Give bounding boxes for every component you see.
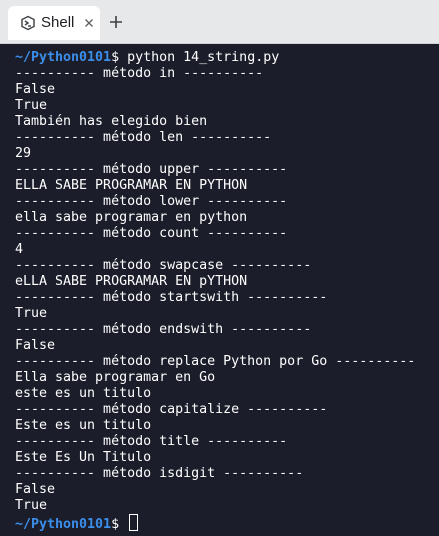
output-line: False bbox=[15, 338, 56, 353]
prompt-path: ~/Python0101 bbox=[15, 517, 112, 532]
prompt-line-current: ~/Python0101$ bbox=[15, 514, 439, 532]
prompt-line: ~/Python0101$ python 14_string.py bbox=[15, 50, 439, 66]
output-line: Ella sabe programar en Go bbox=[15, 370, 216, 385]
output-line: True bbox=[15, 306, 48, 321]
output-line: eLLA SABE PROGRAMAR EN pYTHON bbox=[15, 274, 248, 289]
prompt-command: python 14_string.py bbox=[127, 50, 280, 65]
output-line: este es un titulo bbox=[15, 386, 152, 401]
output-line: ---------- método replace Python por Go … bbox=[15, 354, 416, 369]
prompt-path: ~/Python0101 bbox=[15, 50, 112, 65]
output-line: ---------- método startswith ---------- bbox=[15, 290, 328, 305]
output-line: True bbox=[15, 98, 48, 113]
output-line: ---------- método capitalize ---------- bbox=[15, 402, 328, 417]
output-line: ---------- método lower ---------- bbox=[15, 194, 288, 209]
new-tab-icon[interactable] bbox=[108, 14, 124, 30]
tab-bar: Shell bbox=[0, 0, 439, 44]
output-line: ---------- método isdigit ---------- bbox=[15, 466, 304, 481]
text-cursor bbox=[129, 514, 139, 531]
output-line: ---------- método title ---------- bbox=[15, 434, 288, 449]
output-line: ella sabe programar en python bbox=[15, 210, 248, 225]
output-line: False bbox=[15, 82, 56, 97]
output-line: ---------- método in ---------- bbox=[15, 66, 264, 81]
output-line: ---------- método upper ---------- bbox=[15, 162, 288, 177]
terminal-output[interactable]: ~/Python0101$ python 14_string.py ------… bbox=[0, 44, 439, 536]
output-line: 4 bbox=[15, 242, 24, 257]
output-line: ELLA SABE PROGRAMAR EN PYTHON bbox=[15, 178, 248, 193]
output-line: True bbox=[15, 498, 48, 513]
output-line: False bbox=[15, 482, 56, 497]
output-line: 29 bbox=[15, 146, 32, 161]
output-line: Este Es Un Titulo bbox=[15, 450, 152, 465]
output-line: Este es un titulo bbox=[15, 418, 152, 433]
terminal-window: Shell ~/Python0101$ python 14_string.py … bbox=[0, 0, 439, 536]
output-line: También has elegido bien bbox=[15, 114, 208, 129]
output-line: ---------- método len ---------- bbox=[15, 130, 272, 145]
shell-icon bbox=[21, 15, 35, 31]
prompt-sign: $ bbox=[111, 50, 120, 65]
tab-shell[interactable]: Shell bbox=[8, 6, 100, 40]
prompt-sign: $ bbox=[111, 517, 120, 532]
close-icon[interactable] bbox=[83, 17, 95, 29]
output-line: ---------- método count ---------- bbox=[15, 226, 288, 241]
output-lines: ---------- método in ---------- False True… bbox=[15, 66, 439, 514]
output-line: ---------- método swapcase ---------- bbox=[15, 258, 312, 273]
tab-label: Shell bbox=[41, 14, 75, 31]
output-line: ---------- método endswith ---------- bbox=[15, 322, 312, 337]
